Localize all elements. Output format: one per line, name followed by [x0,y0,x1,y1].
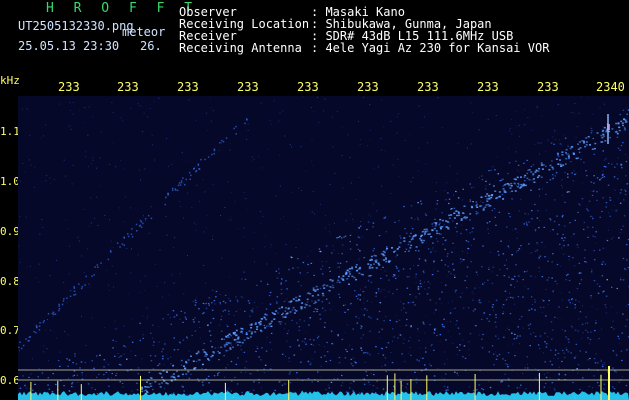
freq-tick: 1.0 [0,175,20,188]
time-tick: 233 [537,80,559,94]
filename: UT2505132330.png [18,19,134,33]
time-tick: 233 [58,80,80,94]
freq-unit: kHz [0,74,20,87]
antenna-value: : 4ele Yagi Az 230 for Kansai VOR [311,41,550,55]
time-tick: 233 [477,80,499,94]
counter: 26. [140,39,162,53]
spectrogram-canvas [18,96,629,400]
time-tick: 2340 [596,80,625,94]
freq-tick: 0.9 [0,225,20,238]
header: H R O F F T UT2505132330.png meteor 25.0… [0,0,629,72]
time-tick: 233 [297,80,319,94]
spectrogram-plot [18,96,629,400]
time-tick: 233 [117,80,139,94]
freq-tick: 0.7 [0,324,20,337]
time-tick: 233 [357,80,379,94]
time-tick: 233 [237,80,259,94]
type-label: meteor [122,25,166,39]
time-tick: 233 [177,80,199,94]
time-tick: 233 [417,80,439,94]
time-axis: 233 233 233 233 233 233 233 233 233 2340 [0,72,629,96]
freq-tick: 0.8 [0,275,20,288]
antenna-label: Receiving Antenna [179,41,302,55]
freq-tick: 0.6 [0,374,20,387]
freq-tick: 1.1 [0,125,20,138]
brand-title: H R O F F T [46,1,199,16]
timestamp: 25.05.13 23:30 [18,39,120,53]
